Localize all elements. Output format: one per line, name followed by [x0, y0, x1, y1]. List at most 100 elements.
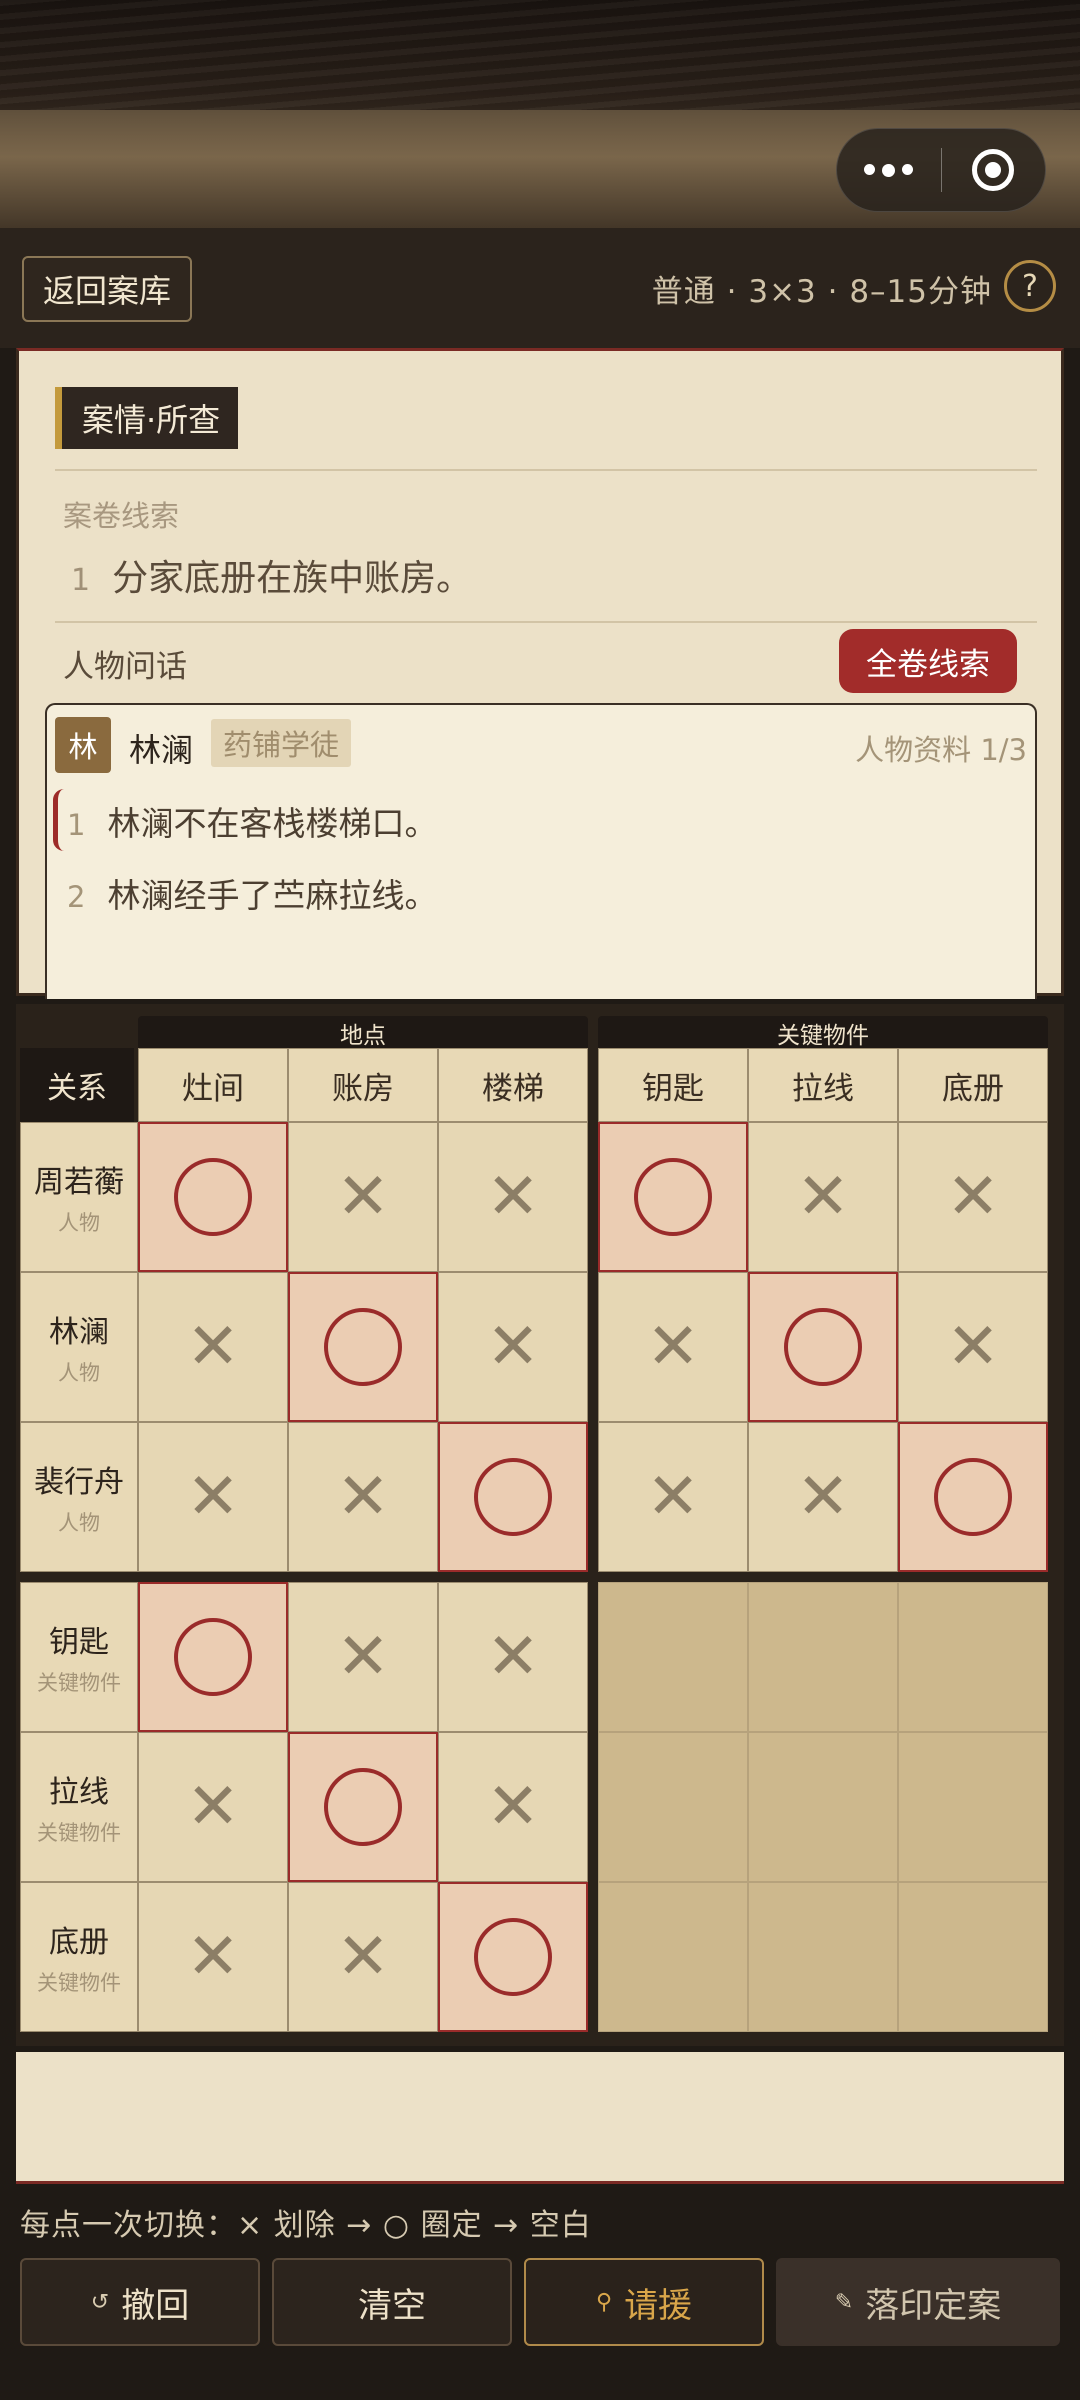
finalize-button[interactable]: ✎ 落印定案 [776, 2258, 1060, 2346]
seal-icon: ✎ [834, 2289, 854, 2315]
cross-mark-icon: ✕ [486, 1770, 540, 1844]
column-header: 拉线 [748, 1048, 898, 1122]
row-type: 人物 [58, 1211, 100, 1235]
top-banner [0, 0, 1080, 228]
grid-cell[interactable]: ✕ [138, 1422, 288, 1572]
grid-cell-disabled [748, 1882, 898, 2032]
person-name: 林澜 [129, 731, 194, 769]
grid-cell[interactable] [288, 1272, 438, 1422]
cross-mark-icon: ✕ [186, 1310, 240, 1384]
grid-cell[interactable] [898, 1422, 1048, 1572]
row-type: 关键物件 [37, 1971, 121, 1995]
grid-cell[interactable]: ✕ [138, 1882, 288, 2032]
cross-mark-icon: ✕ [336, 1620, 390, 1694]
puzzle-meta: 普通 · 3×3 · 8–15分钟 [651, 274, 992, 310]
row-type: 关键物件 [37, 1671, 121, 1695]
grid-cell-disabled [898, 1582, 1048, 1732]
miniprogram-capsule [836, 128, 1046, 212]
grid-cell[interactable] [598, 1122, 748, 1272]
grid-cell[interactable]: ✕ [748, 1122, 898, 1272]
undo-label: 撤回 [121, 2285, 190, 2326]
grid-cell[interactable]: ✕ [288, 1882, 438, 2032]
grid-cell[interactable] [438, 1882, 588, 2032]
circle-mark-icon [324, 1308, 402, 1386]
grid-cell[interactable]: ✕ [598, 1272, 748, 1422]
grid-cell[interactable]: ✕ [288, 1122, 438, 1272]
dossier-label: 案卷线索 [63, 499, 180, 533]
row-header: 裴行舟 人物 [20, 1422, 138, 1572]
cross-mark-icon: ✕ [336, 1160, 390, 1234]
cross-mark-icon: ✕ [486, 1620, 540, 1694]
grid-cell[interactable]: ✕ [898, 1122, 1048, 1272]
grid-cell[interactable] [138, 1122, 288, 1272]
clear-button[interactable]: 清空 [272, 2258, 512, 2346]
person-card[interactable]: 林 林澜 药铺学徒 人物资料 1/3 1 林澜不在客栈楼梯口。 2 林澜经手了苎… [45, 703, 1037, 999]
row-header: 拉线 关键物件 [20, 1732, 138, 1882]
circle-mark-icon [474, 1918, 552, 1996]
assist-button[interactable]: ⚲ 请援 [524, 2258, 764, 2346]
row-name: 拉线 [49, 1775, 109, 1810]
row-name: 林澜 [49, 1315, 109, 1350]
assist-label: 请援 [624, 2285, 693, 2326]
grid-cell[interactable]: ✕ [438, 1732, 588, 1882]
circle-mark-icon [324, 1768, 402, 1846]
avatar: 林 [55, 717, 111, 773]
logic-grid: 地点 关键物件 关系 灶间 账房 楼梯 钥匙 拉线 底册 周若蘅 人物 ✕ ✕ ✕ ✕ 林澜 人物 ✕ ✕ ✕ ✕ 裴行舟… [16, 1004, 1064, 2046]
help-button[interactable]: ? [1004, 260, 1056, 312]
grid-cell[interactable] [438, 1422, 588, 1572]
more-icon[interactable] [837, 163, 941, 177]
grid-cell[interactable]: ✕ [438, 1122, 588, 1272]
circle-mark-icon [474, 1458, 552, 1536]
grid-cell[interactable]: ✕ [138, 1732, 288, 1882]
grid-cell[interactable]: ✕ [748, 1422, 898, 1572]
paper-footer-strip [16, 2052, 1064, 2184]
row-header: 周若蘅 人物 [20, 1122, 138, 1272]
grid-cell-disabled [598, 1732, 748, 1882]
divider [55, 621, 1037, 623]
grid-cell[interactable]: ✕ [438, 1272, 588, 1422]
column-header: 钥匙 [598, 1048, 748, 1122]
close-target-icon[interactable] [942, 149, 1046, 191]
clue-number: 1 [71, 563, 91, 598]
cross-mark-icon: ✕ [646, 1310, 700, 1384]
person-role-badge: 药铺学徒 [211, 719, 352, 767]
row-name: 底册 [49, 1925, 109, 1960]
grid-cell[interactable]: ✕ [598, 1422, 748, 1572]
grid-cell[interactable]: ✕ [288, 1422, 438, 1572]
grid-cell-disabled [748, 1732, 898, 1882]
cross-mark-icon: ✕ [186, 1920, 240, 1994]
grid-cell[interactable]: ✕ [138, 1272, 288, 1422]
undo-button[interactable]: ↺ 撤回 [20, 2258, 260, 2346]
statement-item[interactable]: 1 林澜不在客栈楼梯口。 [52, 789, 437, 851]
cross-mark-icon: ✕ [186, 1770, 240, 1844]
circle-mark-icon [174, 1158, 252, 1236]
all-clues-button[interactable]: 全卷线索 [839, 629, 1017, 693]
grid-cell[interactable] [748, 1272, 898, 1422]
cross-mark-icon: ✕ [336, 1460, 390, 1534]
cross-mark-icon: ✕ [796, 1160, 850, 1234]
grid-cell-disabled [598, 1882, 748, 2032]
person-index: 人物资料 1/3 [855, 733, 1027, 767]
circle-mark-icon [634, 1158, 712, 1236]
toggle-hint: 每点一次切换：× 划除 → ○ 圈定 → 空白 [20, 2208, 592, 2243]
grid-cell[interactable] [288, 1732, 438, 1882]
assist-icon: ⚲ [595, 2289, 613, 2315]
banner-wood-texture [0, 0, 1080, 110]
row-header: 底册 关键物件 [20, 1882, 138, 2032]
row-header: 林澜 人物 [20, 1272, 138, 1422]
row-header: 钥匙 关键物件 [20, 1582, 138, 1732]
grid-cell-disabled [748, 1582, 898, 1732]
grid-cell[interactable]: ✕ [438, 1582, 588, 1732]
circle-mark-icon [784, 1308, 862, 1386]
back-to-library-button[interactable]: 返回案库 [22, 256, 192, 322]
grid-cell-disabled [898, 1882, 1048, 2032]
grid-cell[interactable]: ✕ [898, 1272, 1048, 1422]
grid-cell[interactable]: ✕ [288, 1582, 438, 1732]
cross-mark-icon: ✕ [486, 1160, 540, 1234]
cross-mark-icon: ✕ [646, 1460, 700, 1534]
cross-mark-icon: ✕ [946, 1310, 1000, 1384]
grid-cell[interactable] [138, 1582, 288, 1732]
grid-cell-disabled [898, 1732, 1048, 1882]
statement-item[interactable]: 2 林澜经手了苎麻拉线。 [67, 869, 437, 917]
statement-text: 林澜经手了苎麻拉线。 [107, 876, 438, 915]
